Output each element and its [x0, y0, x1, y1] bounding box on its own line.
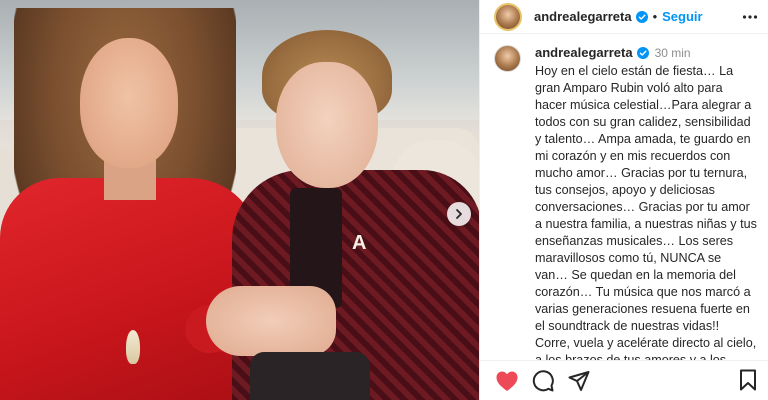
caption-body: andrealegarreta 30 min Hoy en el cielo e…	[535, 45, 757, 360]
photo-person-right-face	[276, 62, 378, 188]
photo-handbag	[250, 352, 370, 400]
caption-header: andrealegarreta 30 min	[535, 45, 757, 60]
photo-pendant	[126, 330, 140, 364]
share-button[interactable]	[566, 368, 592, 394]
follow-button[interactable]: Seguir	[662, 9, 702, 24]
post-timestamp[interactable]: 30 min	[655, 46, 691, 60]
photo-person-left-face	[80, 38, 178, 168]
save-button[interactable]	[735, 367, 761, 393]
share-icon	[568, 370, 590, 391]
caption-area: andrealegarreta 30 min Hoy en el cielo e…	[480, 35, 768, 360]
comment-icon	[532, 369, 554, 391]
photo-hands	[206, 286, 336, 356]
photo-brooch: A	[352, 232, 367, 254]
post-caption: Hoy en el cielo están de fiesta… La gran…	[535, 64, 757, 360]
header-username[interactable]: andrealegarreta	[534, 9, 632, 24]
chevron-right-icon	[456, 209, 462, 219]
action-bar	[480, 360, 768, 400]
header-separator: •	[652, 9, 658, 24]
verified-badge-icon	[636, 46, 649, 59]
more-options-button[interactable]	[739, 6, 761, 28]
post-header: andrealegarreta • Seguir	[480, 0, 768, 34]
post-photo[interactable]: A	[0, 0, 479, 400]
bookmark-icon	[740, 369, 756, 391]
like-button[interactable]	[494, 368, 520, 394]
comment-button[interactable]	[530, 368, 556, 394]
heart-icon	[496, 371, 518, 391]
avatar[interactable]	[494, 2, 522, 31]
verified-badge-icon	[635, 10, 648, 23]
post-side-panel: andrealegarreta • Seguir andrealegarreta	[479, 0, 768, 400]
caption-username[interactable]: andrealegarreta	[535, 45, 633, 60]
carousel-next-button[interactable]	[447, 202, 471, 226]
photo-person-left-blouse	[0, 178, 260, 400]
caption-avatar[interactable]	[494, 45, 521, 72]
more-options-icon	[742, 15, 758, 19]
